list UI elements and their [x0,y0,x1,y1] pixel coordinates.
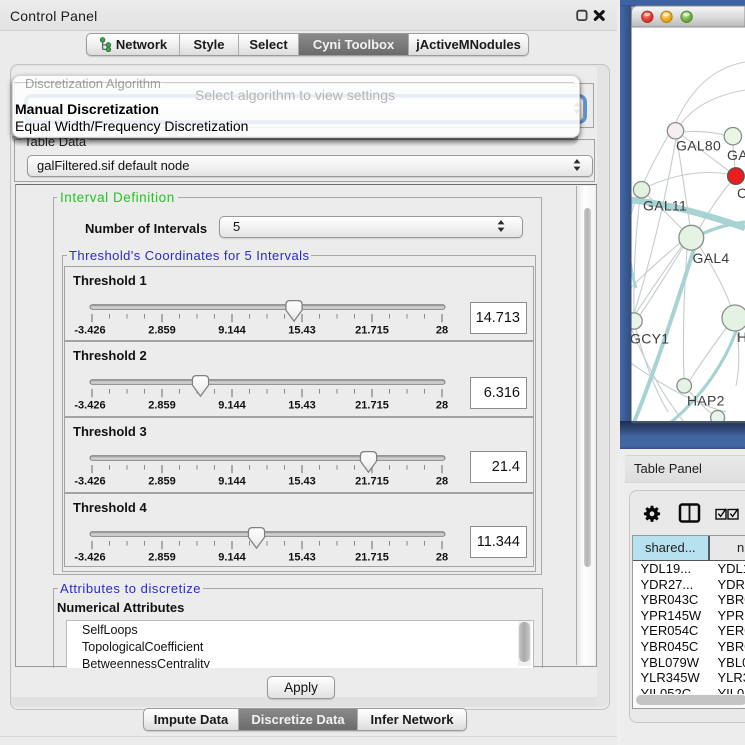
svg-text:21.715: 21.715 [355,475,389,487]
svg-text:21.715: 21.715 [355,551,389,563]
svg-text:28: 28 [436,475,448,487]
svg-text:GAL4: GAL4 [693,250,730,266]
svg-text:21.715: 21.715 [355,399,389,411]
svg-text:-3.426: -3.426 [74,551,105,563]
svg-text:28: 28 [436,551,448,563]
svg-text:15.43: 15.43 [288,475,316,487]
svg-text:9.144: 9.144 [218,475,246,487]
svg-text:C: C [737,185,745,201]
svg-text:2.859: 2.859 [148,551,176,563]
svg-text:9.144: 9.144 [218,399,246,411]
svg-text:GCY1: GCY1 [630,331,669,347]
svg-text:15.43: 15.43 [288,551,316,563]
svg-text:H: H [737,329,745,345]
svg-text:-3.426: -3.426 [74,324,105,336]
svg-text:28: 28 [436,324,448,336]
svg-text:2.859: 2.859 [148,399,176,411]
svg-text:28: 28 [436,399,448,411]
svg-text:-3.426: -3.426 [74,475,105,487]
svg-text:21.715: 21.715 [355,324,389,336]
svg-text:15.43: 15.43 [288,324,316,336]
svg-text:15.43: 15.43 [288,399,316,411]
svg-text:GA: GA [727,147,745,163]
svg-text:-3.426: -3.426 [74,399,105,411]
svg-text:2.859: 2.859 [148,475,176,487]
svg-text:9.144: 9.144 [218,551,246,563]
svg-text:GAL11: GAL11 [643,198,687,214]
svg-text:GAL80: GAL80 [676,138,721,154]
svg-text:2.859: 2.859 [148,324,176,336]
svg-text:9.144: 9.144 [218,324,246,336]
svg-text:HAP2: HAP2 [687,393,725,409]
